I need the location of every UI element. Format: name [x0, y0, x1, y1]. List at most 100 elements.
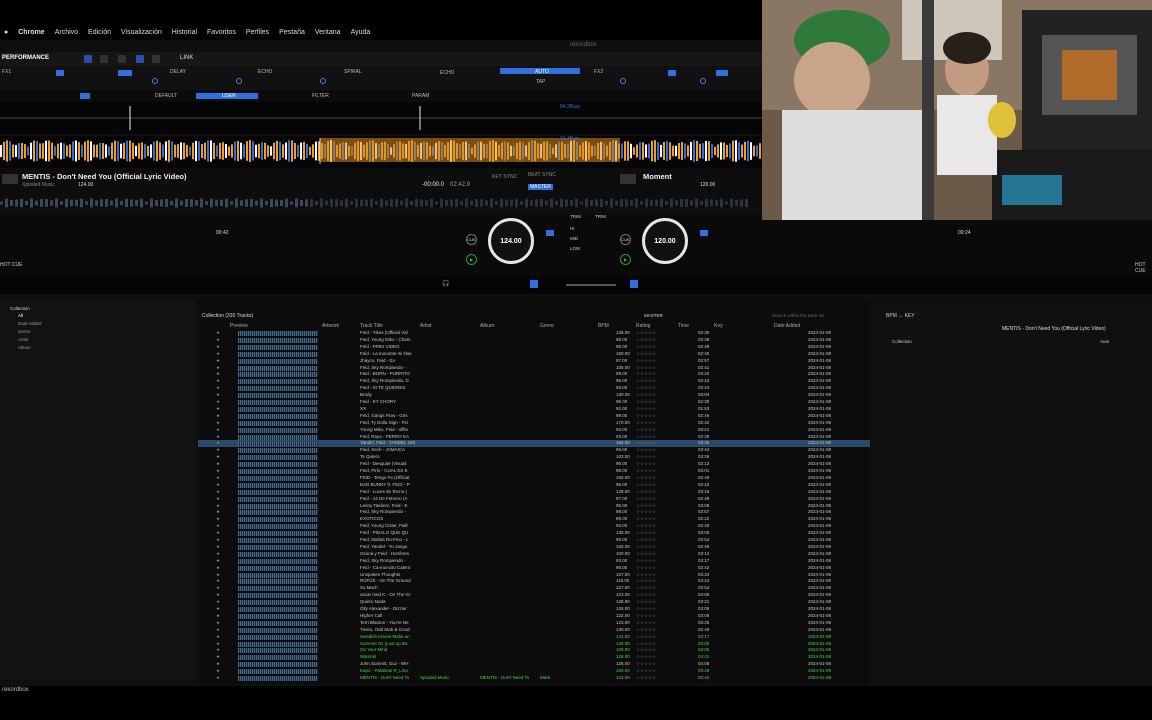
table-row[interactable]: ★ MENTIS - Don't Need To Xploded Music MENT…: [198, 675, 870, 682]
fx-knob-3[interactable]: [320, 78, 326, 84]
waveform-display[interactable]: 84.3Bars 31.4Bars: [0, 102, 762, 168]
hot-cue-label-right[interactable]: HOT CUE: [1135, 262, 1152, 274]
fx-echo[interactable]: ECHO: [258, 69, 272, 75]
fx-knob-5[interactable]: [700, 78, 706, 84]
deck2-cue-button[interactable]: CUE: [620, 234, 631, 245]
fx-right-echo[interactable]: ECHO: [440, 70, 454, 76]
row-preview: [238, 510, 318, 516]
tree-date-added[interactable]: Date Added: [18, 321, 42, 326]
deck2-jog-wheel[interactable]: 120.00: [642, 218, 688, 264]
col-track-title[interactable]: Track Title: [360, 323, 383, 329]
right-collection[interactable]: Collection: [892, 339, 912, 344]
overview-bar: [45, 199, 48, 207]
row-star: ★: [216, 668, 221, 674]
col-genre[interactable]: Genre: [540, 323, 554, 329]
tree-all[interactable]: All: [18, 313, 23, 318]
fx-beat-2[interactable]: [118, 70, 132, 76]
row-bpm: 160.00: [616, 543, 630, 549]
deck1-play-button[interactable]: ▶: [466, 254, 477, 265]
overview-bar: [585, 198, 588, 208]
deck1-jog-wheel[interactable]: 124.00: [488, 218, 534, 264]
overview-bar: [655, 199, 658, 207]
deck2-sync-indicator[interactable]: [700, 230, 708, 236]
default-label[interactable]: DEFAULT: [155, 93, 177, 99]
sampler-icon[interactable]: [152, 55, 160, 63]
row-bpm: 130.00: [616, 392, 630, 398]
menu-ayuda[interactable]: Ayuda: [351, 29, 371, 36]
col-preview[interactable]: Preview: [230, 323, 248, 329]
waveform-bar: [234, 141, 236, 161]
apple-icon[interactable]: ●: [4, 29, 8, 36]
crossfader[interactable]: [566, 284, 616, 286]
row-title: Ozuna y Feid - Hombres: [360, 550, 410, 556]
layout-icon[interactable]: [84, 55, 92, 63]
key-sync-button[interactable]: KEY SYNC: [492, 174, 517, 180]
filter-label[interactable]: FILTER: [312, 93, 329, 99]
menu-archivo[interactable]: Archivo: [55, 29, 78, 36]
tree-collection[interactable]: Collection: [10, 306, 30, 311]
waveform-bar: [720, 142, 722, 160]
menu-edicion[interactable]: Edición: [88, 29, 111, 36]
fx-on-button[interactable]: [80, 93, 90, 99]
beat-sync-button[interactable]: BEAT SYNC: [528, 172, 556, 178]
menu-visualizacion[interactable]: Visualización: [121, 29, 162, 36]
auto-toggle[interactable]: Auto: [1100, 339, 1109, 344]
col-rating[interactable]: Rating: [636, 323, 650, 329]
fx-beat-3[interactable]: [668, 70, 676, 76]
fx-beat-4[interactable]: [716, 70, 728, 76]
overview-bar: [285, 198, 288, 208]
grid-4-icon[interactable]: [118, 55, 126, 63]
bpm-key-label[interactable]: BPM ↔ KEY: [886, 313, 915, 319]
tree-artist[interactable]: Artist: [18, 337, 28, 342]
row-star: ★: [216, 364, 221, 370]
grid-icon[interactable]: [100, 55, 108, 63]
row-bpm: 99.00: [616, 371, 628, 377]
waveform-bar: [21, 142, 23, 160]
tap-label[interactable]: TAP: [536, 79, 545, 85]
overview-waveforms[interactable]: [0, 192, 762, 214]
row-rating: ☆☆☆☆☆: [636, 419, 657, 425]
col-artwork[interactable]: Artwork: [322, 323, 339, 329]
hot-cue-label[interactable]: HOT CUE: [0, 262, 22, 268]
col-date-added[interactable]: Date Added: [774, 323, 800, 329]
row-preview: [238, 475, 318, 481]
col-bpm[interactable]: BPM: [598, 323, 609, 329]
menu-pestana[interactable]: Pestaña: [279, 29, 305, 36]
waveform-bar: [654, 140, 656, 162]
fx-spiral[interactable]: SPIRAL: [344, 69, 362, 75]
menu-historial[interactable]: Historial: [172, 29, 197, 36]
headphones-icon[interactable]: 🎧: [442, 280, 449, 287]
menu-app-name[interactable]: Chrome: [18, 29, 44, 36]
fx-knob-1[interactable]: [152, 78, 158, 84]
menu-ventana[interactable]: Ventana: [315, 29, 341, 36]
col-time[interactable]: Time: [678, 323, 689, 329]
row-star: ★: [216, 447, 221, 453]
tree-album[interactable]: Album: [18, 345, 31, 350]
row-bpm: 160.00: [616, 350, 630, 356]
menu-perfiles[interactable]: Perfiles: [246, 29, 269, 36]
param-label[interactable]: PARAM: [412, 93, 429, 99]
master-button[interactable]: MASTER: [528, 184, 553, 190]
menu-favoritos[interactable]: Favoritos: [207, 29, 236, 36]
deck2-play-button[interactable]: ▶: [620, 254, 631, 265]
fx-delay[interactable]: DELAY: [170, 69, 186, 75]
link-button[interactable]: LINK: [180, 55, 193, 61]
col-album[interactable]: Album: [480, 323, 494, 329]
fx-knob-2[interactable]: [236, 78, 242, 84]
row-bpm: 89.00: [616, 516, 628, 522]
fx-knob-4[interactable]: [620, 78, 626, 84]
search-input[interactable]: Search within the track list: [772, 313, 824, 318]
crossfader-assign-a[interactable]: [530, 280, 538, 288]
mixer-icon[interactable]: [136, 55, 144, 63]
fx-beat-1[interactable]: [56, 70, 64, 76]
row-rating: ☆☆☆☆☆: [636, 626, 657, 632]
col-key[interactable]: Key: [714, 323, 723, 329]
tree-genre[interactable]: Genre: [18, 329, 31, 334]
col-artist[interactable]: Artist: [420, 323, 431, 329]
mode-selector[interactable]: PERFORMANCE: [2, 55, 49, 61]
row-date: 2024-01-08: [808, 468, 832, 473]
crossfader-assign-b[interactable]: [630, 280, 638, 288]
deck1-sync-indicator[interactable]: [546, 230, 554, 236]
deck1-cue-button[interactable]: CUE: [466, 234, 477, 245]
overview-bar: [255, 200, 258, 206]
